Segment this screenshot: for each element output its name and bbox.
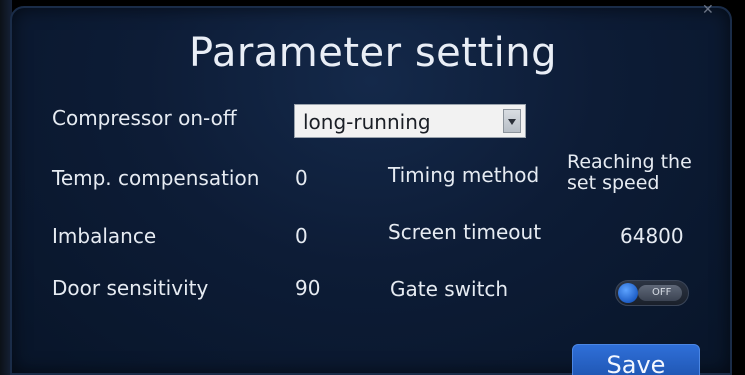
toggle-state-text: OFF [652, 287, 672, 298]
door-sensitivity-label: Door sensitivity [52, 276, 209, 300]
temp-compensation-label: Temp. compensation [52, 166, 260, 190]
imbalance-label: Imbalance [52, 224, 157, 248]
page-title: Parameter setting [189, 30, 557, 76]
timing-method-label: Timing method [388, 163, 540, 187]
screen-timeout-value[interactable]: 64800 [620, 224, 684, 248]
compressor-label: Compressor on-off [52, 106, 237, 130]
temp-compensation-value[interactable]: 0 [295, 166, 308, 190]
save-button[interactable]: Save [572, 344, 700, 375]
parameter-setting-panel: ✕ Parameter setting Compressor on-off lo… [10, 3, 732, 375]
toggle-knob [618, 283, 638, 303]
compressor-select[interactable]: long-running [294, 104, 526, 138]
imbalance-value[interactable]: 0 [295, 224, 308, 248]
timing-method-value-line1[interactable]: Reaching the [567, 152, 692, 173]
screen-timeout-label: Screen timeout [388, 220, 542, 244]
gate-switch-toggle[interactable]: OFF [615, 280, 689, 306]
timing-method-value-line2[interactable]: set speed [567, 173, 659, 194]
chevron-down-icon[interactable] [503, 109, 521, 133]
compressor-select-value: long-running [303, 110, 431, 134]
gate-switch-label: Gate switch [390, 277, 509, 301]
screen: ✕ Parameter setting Compressor on-off lo… [0, 0, 745, 375]
close-icon[interactable]: ✕ [702, 3, 724, 17]
door-sensitivity-value[interactable]: 90 [295, 276, 320, 300]
